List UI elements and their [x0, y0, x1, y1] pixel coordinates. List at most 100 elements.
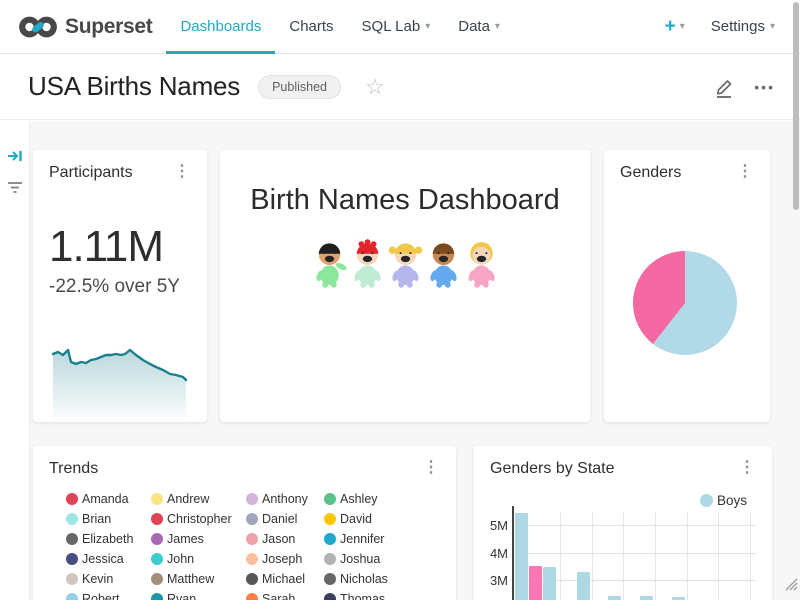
- superset-brand[interactable]: Superset: [18, 13, 152, 41]
- legend-swatch-icon: [66, 553, 78, 565]
- participants-card: Participants ⋮ 1.11M -22.5% over 5Y: [33, 150, 207, 422]
- nav-item-dashboards[interactable]: Dashboards: [166, 0, 275, 54]
- published-badge[interactable]: Published: [258, 75, 341, 99]
- legend-swatch-icon: [151, 593, 163, 600]
- kebab-menu-icon[interactable]: ⋮: [734, 164, 756, 180]
- bar-boys[interactable]: [515, 513, 528, 600]
- legend-swatch-icon: [151, 573, 163, 585]
- legend-label: Jason: [262, 532, 295, 546]
- legend-item[interactable]: David: [324, 509, 424, 529]
- participants-sparkline-chart: [47, 345, 193, 423]
- legend-item[interactable]: Joshua: [324, 549, 424, 569]
- legend-swatch-icon: [324, 593, 336, 600]
- y-axis-line: [512, 506, 514, 600]
- legend-label: Daniel: [262, 512, 297, 526]
- legend-swatch-icon: [66, 533, 78, 545]
- legend-item[interactable]: Brian: [66, 509, 151, 529]
- favorite-star-icon[interactable]: ☆: [365, 76, 385, 98]
- legend-swatch-icon: [246, 593, 258, 600]
- legend-item[interactable]: Joseph: [246, 549, 324, 569]
- bar-girls[interactable]: [529, 566, 542, 600]
- chevron-down-icon: ▾: [680, 22, 685, 32]
- settings-label: Settings: [711, 18, 765, 35]
- legend-swatch-icon: [324, 573, 336, 585]
- legend-item[interactable]: Anthony: [246, 489, 324, 509]
- y-axis-tick: 4M: [478, 546, 508, 561]
- kebab-menu-icon[interactable]: ⋮: [420, 460, 442, 476]
- bar-boys[interactable]: [672, 597, 685, 600]
- expand-filter-bar-button[interactable]: [7, 149, 23, 163]
- legend-label: Michael: [262, 572, 305, 586]
- vertical-scrollbar[interactable]: [793, 2, 799, 210]
- chevron-down-icon: ▾: [425, 22, 430, 32]
- legend-item[interactable]: Daniel: [246, 509, 324, 529]
- legend-item[interactable]: Robert: [66, 589, 151, 600]
- legend-item[interactable]: Ashley: [324, 489, 424, 509]
- legend-item[interactable]: Matthew: [151, 569, 246, 589]
- legend-swatch-icon: [246, 493, 258, 505]
- genders-pie-chart[interactable]: [633, 251, 737, 355]
- legend-label: Robert: [82, 592, 120, 600]
- top-navbar: Superset Dashboards Charts SQL Lab ▾ Dat…: [0, 0, 800, 54]
- legend-item[interactable]: Sarah: [246, 589, 324, 600]
- nav-item-charts[interactable]: Charts: [275, 0, 347, 54]
- legend-label: Ashley: [340, 492, 378, 506]
- trends-card: Trends ⋮ AmandaAndrewAnthonyAshleyBrianC…: [33, 446, 456, 600]
- nav-label: Dashboards: [180, 18, 261, 35]
- nav-label: Data: [458, 18, 490, 35]
- nav-item-sql-lab[interactable]: SQL Lab ▾: [348, 0, 445, 54]
- edit-dashboard-button[interactable]: [714, 76, 734, 98]
- kebab-menu-icon[interactable]: ⋮: [736, 460, 758, 476]
- dashboard-grid: Participants ⋮ 1.11M -22.5% over 5Y Birt…: [0, 121, 800, 600]
- big-number-subheader: -22.5% over 5Y: [49, 276, 207, 298]
- legend-item[interactable]: Nicholas: [324, 569, 424, 589]
- filter-button[interactable]: [7, 181, 23, 194]
- legend-label: David: [340, 512, 372, 526]
- nav-item-data[interactable]: Data ▾: [444, 0, 514, 54]
- legend-label: Kevin: [82, 572, 113, 586]
- legend-item[interactable]: Thomas: [324, 589, 424, 600]
- legend-item[interactable]: James: [151, 529, 246, 549]
- baby-figure: [311, 239, 348, 288]
- legend-label: Ryan: [167, 592, 196, 600]
- settings-menu[interactable]: Settings ▾: [711, 18, 775, 35]
- legend-swatch-icon: [66, 493, 78, 505]
- legend-swatch-icon: [151, 513, 163, 525]
- legend-label: Elizabeth: [82, 532, 133, 546]
- y-axis-tick: 5M: [478, 518, 508, 533]
- page-title: USA Births Names: [28, 71, 240, 102]
- markdown-header-card: Birth Names Dashboard: [220, 150, 590, 422]
- legend-item[interactable]: Kevin: [66, 569, 151, 589]
- dashboard-menu-button[interactable]: •••: [754, 79, 775, 95]
- legend-item[interactable]: Elizabeth: [66, 529, 151, 549]
- legend-item[interactable]: Michael: [246, 569, 324, 589]
- chevron-down-icon: ▾: [770, 22, 775, 32]
- bar-boys[interactable]: [543, 567, 556, 600]
- new-item-button[interactable]: + ▾: [665, 17, 685, 36]
- legend-swatch-icon: [324, 493, 336, 505]
- legend-swatch-icon: [66, 593, 78, 600]
- legend-item[interactable]: Amanda: [66, 489, 151, 509]
- kebab-menu-icon[interactable]: ⋮: [171, 164, 193, 180]
- legend-swatch-icon: [324, 513, 336, 525]
- legend-label: John: [167, 552, 194, 566]
- legend-swatch-icon: [246, 553, 258, 565]
- legend-item[interactable]: Ryan: [151, 589, 246, 600]
- baby-figure: [463, 239, 500, 288]
- legend-item[interactable]: Andrew: [151, 489, 246, 509]
- baby-figure: [425, 239, 462, 288]
- legend-item[interactable]: Jessica: [66, 549, 151, 569]
- legend-item[interactable]: John: [151, 549, 246, 569]
- legend-item[interactable]: Jason: [246, 529, 324, 549]
- legend-item[interactable]: Christopher: [151, 509, 246, 529]
- navbar-right: + ▾ Settings ▾: [665, 17, 800, 36]
- bar-boys[interactable]: [640, 596, 653, 600]
- bar-boys[interactable]: [608, 596, 621, 600]
- bar-boys[interactable]: [577, 572, 590, 600]
- legend-swatch-icon: [700, 494, 713, 507]
- legend-item[interactable]: Jennifer: [324, 529, 424, 549]
- gbs-plot: 5M4M3M: [504, 506, 756, 600]
- resize-handle-icon[interactable]: [780, 573, 798, 591]
- legend-label: Sarah: [262, 592, 295, 600]
- legend-label: Brian: [82, 512, 111, 526]
